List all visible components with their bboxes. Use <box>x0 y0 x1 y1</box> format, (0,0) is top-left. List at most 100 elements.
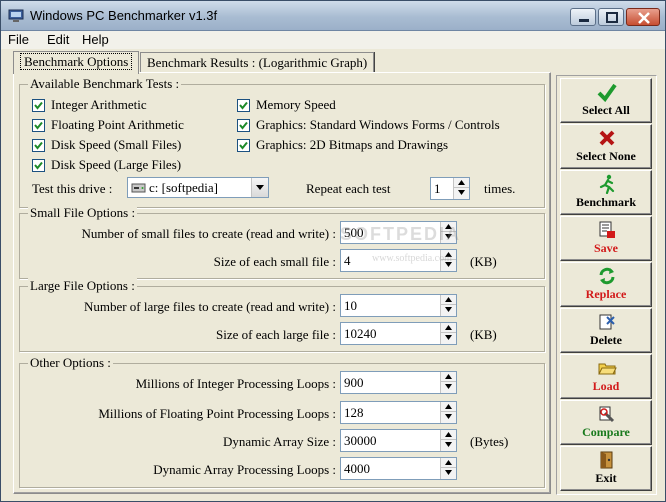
available-tests-group: Available Benchmark Tests : Integer Arit… <box>19 76 545 208</box>
float-loops-stepper[interactable] <box>340 401 457 424</box>
arrow-down-icon <box>445 414 452 419</box>
drive-select[interactable]: c: [softpedia] <box>127 177 269 198</box>
large-count-stepper[interactable] <box>340 294 457 317</box>
test-graphics-2d[interactable]: Graphics: 2D Bitmaps and Drawings <box>237 136 448 152</box>
close-button[interactable] <box>626 8 660 26</box>
test-label: Disk Speed (Large Files) <box>51 157 182 173</box>
small-size-stepper[interactable] <box>340 249 457 272</box>
load-label: Load <box>592 379 620 393</box>
select-all-label: Select All <box>582 103 630 117</box>
spin-up-button[interactable] <box>454 178 469 188</box>
spin-down-button[interactable] <box>441 260 456 270</box>
check-mark-icon <box>34 161 43 170</box>
exit-icon <box>600 451 613 469</box>
small-size-unit: (KB) <box>470 254 497 269</box>
spin-down-button[interactable] <box>441 468 456 478</box>
checkbox[interactable] <box>32 138 45 152</box>
other-options-label: Other Options : <box>28 355 113 371</box>
check-mark-icon <box>239 121 248 130</box>
maximize-icon <box>606 12 618 23</box>
test-floating-point[interactable]: Floating Point Arithmetic <box>32 116 184 132</box>
exit-label: Exit <box>595 471 617 485</box>
delete-label: Delete <box>590 333 622 347</box>
tab-benchmark-results[interactable]: Benchmark Results : (Logarithmic Graph) <box>140 52 375 73</box>
spin-up-button[interactable] <box>441 323 456 333</box>
large-size-input[interactable] <box>341 323 456 344</box>
array-size-stepper[interactable] <box>340 429 457 452</box>
float-loops-input[interactable] <box>341 402 456 423</box>
drive-dropdown-button[interactable] <box>251 178 268 197</box>
exit-button[interactable]: Exit <box>560 446 652 491</box>
check-mark-icon <box>34 141 43 150</box>
repeat-spinner <box>453 178 469 199</box>
spin-up-button[interactable] <box>441 372 456 382</box>
menu-file[interactable]: File <box>8 32 29 47</box>
checkbox[interactable] <box>237 138 250 152</box>
tab-benchmark-options[interactable]: Benchmark Options <box>13 51 140 74</box>
arrow-down-icon <box>445 307 452 312</box>
spin-up-button[interactable] <box>441 430 456 440</box>
delete-button[interactable]: Delete <box>560 308 652 353</box>
int-loops-stepper[interactable] <box>340 371 457 394</box>
array-size-label: Dynamic Array Size : <box>223 434 336 449</box>
menu-edit[interactable]: Edit <box>47 32 69 47</box>
test-disk-large[interactable]: Disk Speed (Large Files) <box>32 156 181 172</box>
test-graphics-forms[interactable]: Graphics: Standard Windows Forms / Contr… <box>237 116 500 132</box>
check-mark-icon <box>239 141 248 150</box>
large-size-stepper[interactable] <box>340 322 457 345</box>
test-label: Memory Speed <box>256 97 336 113</box>
small-count-input[interactable] <box>341 222 456 243</box>
replace-button[interactable]: Replace <box>560 262 652 307</box>
arrow-up-icon <box>445 460 452 465</box>
save-button[interactable]: Save <box>560 216 652 261</box>
spin-up-button[interactable] <box>441 458 456 468</box>
spin-down-button[interactable] <box>441 333 456 343</box>
spin-down-button[interactable] <box>441 232 456 242</box>
checkbox[interactable] <box>32 158 45 172</box>
small-size-input[interactable] <box>341 250 456 271</box>
int-loops-spinner <box>440 372 456 393</box>
small-count-stepper[interactable] <box>340 221 457 244</box>
test-integer-arithmetic[interactable]: Integer Arithmetic <box>32 96 147 112</box>
save-icon <box>599 221 615 238</box>
checkbox[interactable] <box>32 118 45 132</box>
load-button[interactable]: Load <box>560 354 652 399</box>
small-count-label: Number of small files to create (read an… <box>81 226 336 241</box>
arrow-up-icon <box>445 297 452 302</box>
large-size-unit: (KB) <box>470 327 497 342</box>
spin-down-button[interactable] <box>454 188 469 198</box>
arrow-up-icon <box>458 180 465 185</box>
spin-down-button[interactable] <box>441 412 456 422</box>
spin-down-button[interactable] <box>441 440 456 450</box>
select-none-button[interactable]: Select None <box>560 124 652 169</box>
int-loops-input[interactable] <box>341 372 456 393</box>
array-loops-stepper[interactable] <box>340 457 457 480</box>
select-all-button[interactable]: Select All <box>560 78 652 123</box>
maximize-button[interactable] <box>598 8 624 26</box>
arrow-up-icon <box>445 374 452 379</box>
checkbox[interactable] <box>237 98 250 112</box>
spin-down-button[interactable] <box>441 305 456 315</box>
test-memory-speed[interactable]: Memory Speed <box>237 96 336 112</box>
test-disk-small[interactable]: Disk Speed (Small Files) <box>32 136 181 152</box>
spin-up-button[interactable] <box>441 250 456 260</box>
arrow-down-icon <box>445 442 452 447</box>
int-loops-label: Millions of Integer Processing Loops : <box>135 376 336 391</box>
spin-down-button[interactable] <box>441 382 456 392</box>
checkbox[interactable] <box>237 118 250 132</box>
compare-button[interactable]: Compare <box>560 400 652 445</box>
large-count-input[interactable] <box>341 295 456 316</box>
spin-up-button[interactable] <box>441 402 456 412</box>
title-bar[interactable]: Windows PC Benchmarker v1.3f <box>1 1 665 31</box>
minimize-button[interactable] <box>570 8 596 26</box>
large-size-label: Size of each large file : <box>216 327 336 342</box>
repeat-stepper[interactable] <box>430 177 470 200</box>
array-loops-input[interactable] <box>341 458 456 479</box>
menu-help[interactable]: Help <box>82 32 109 47</box>
spin-up-button[interactable] <box>441 222 456 232</box>
repeat-label: Repeat each test <box>306 181 391 196</box>
benchmark-button[interactable]: Benchmark <box>560 170 652 215</box>
spin-up-button[interactable] <box>441 295 456 305</box>
array-size-input[interactable] <box>341 430 456 451</box>
checkbox[interactable] <box>32 98 45 112</box>
